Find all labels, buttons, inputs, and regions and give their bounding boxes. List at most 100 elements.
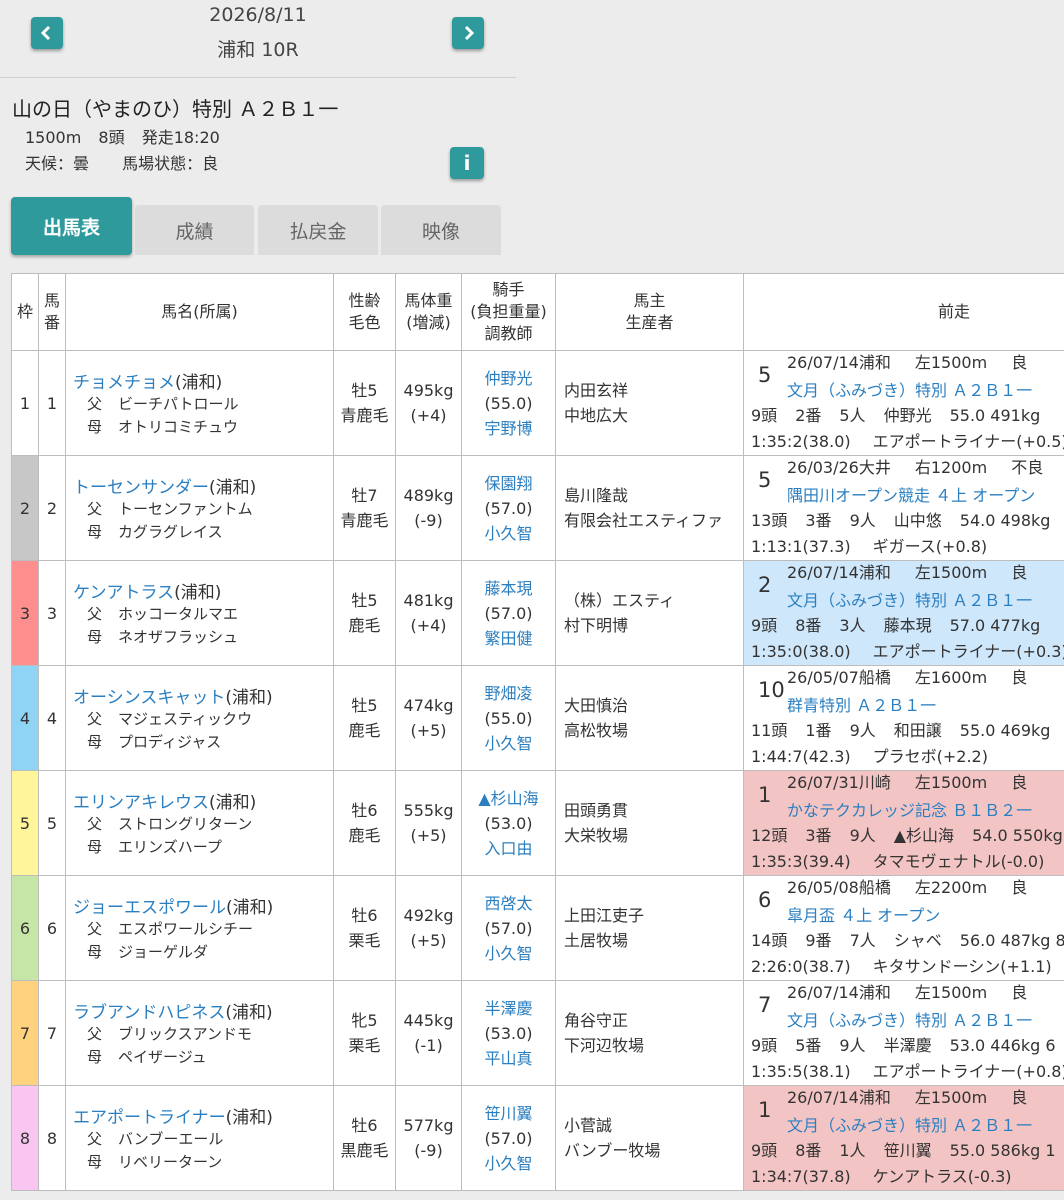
prev-race-link[interactable]: 文月（ふみづき）特別 Ａ２Ｂ１一 (787, 377, 1032, 401)
horse-name-link[interactable]: ジョーエスポワール (73, 898, 226, 918)
race-info: 1500m 8頭 発走18:20 (25, 124, 232, 148)
col-prev: 前走 (743, 273, 1064, 351)
table-row: 8 8 エアポートライナー(浦和) 父バンブーエール 母リベリーターン 牡6 黒鹿… (11, 1085, 1064, 1191)
horse-name-link[interactable]: ケンアトラス (73, 583, 174, 603)
load-weight: (57.0) (484, 603, 533, 623)
tab-results[interactable]: 成績 (135, 205, 254, 255)
table-row: 1 1 チョメチョメ(浦和) 父ビーチパトロール 母オトリコミチュウ 牡5 青鹿毛… (11, 350, 1064, 456)
tab-video[interactable]: 映像 (381, 205, 501, 255)
sire: 父ビーチパトロール (87, 394, 239, 413)
prev-race-link[interactable]: 文月（ふみづき）特別 Ａ２Ｂ１一 (787, 1112, 1032, 1136)
trainer-link[interactable]: 宇野博 (462, 416, 555, 441)
prev-race-time: 1:35:0(38.0) エアポートライナー(+0.3) (751, 642, 1064, 661)
prev-rank: 7 (758, 993, 772, 1017)
trainer-link[interactable]: 小久智 (462, 731, 555, 756)
entries-table: 枠 馬番 馬名(所属) 性齢 毛色 馬体重 (増減) 騎手 (負担重量) 調教師 馬主生… (11, 273, 1064, 1191)
horse-name-link[interactable]: エリンアキレウス (73, 793, 209, 813)
umaban-cell: 6 (38, 875, 66, 981)
info-button[interactable]: i (450, 147, 484, 179)
horse-affiliation: (浦和) (225, 1002, 273, 1023)
load-weight: (57.0) (484, 498, 533, 518)
waku-cell: 7 (11, 980, 39, 1086)
horse-affiliation: (浦和) (209, 792, 257, 813)
prev-race-cell: 1 26/07/31川崎 左1500m 良 かなテクカレッジ記念 Ｂ１Ｂ２一 12頭… (743, 770, 1064, 876)
horse-name-link[interactable]: トーセンサンダー (73, 478, 209, 498)
prev-race-time: 2:26:0(38.7) キタサンドーシン(+1.1) (751, 957, 1052, 976)
tab-entries[interactable]: 出馬表 (11, 197, 132, 255)
jockey-link[interactable]: 半澤慶 (462, 996, 555, 1021)
prev-race-link[interactable]: 文月（ふみづき）特別 Ａ２Ｂ１一 (787, 587, 1032, 611)
waku-cell: 6 (11, 875, 39, 981)
race-conditions: 天候：曇 馬場状態：良 (25, 150, 230, 174)
prev-race-link[interactable]: 隅田川オープン競走 ４上 オープン (787, 482, 1035, 506)
jockey-link[interactable]: 藤本現 (462, 576, 555, 601)
jockey-link[interactable]: 西啓太 (462, 891, 555, 916)
jockey-cell: 仲野光 (55.0) 宇野博 (461, 350, 556, 456)
jockey-link[interactable]: 笹川翼 (462, 1101, 555, 1126)
jockey-cell: 西啓太 (57.0) 小久智 (461, 875, 556, 981)
load-weight: (57.0) (484, 918, 533, 938)
horse-name-link[interactable]: チョメチョメ (73, 373, 175, 393)
sexage-cell: 牡5 青鹿毛 (333, 350, 396, 456)
trainer-link[interactable]: 繁田健 (462, 626, 555, 651)
prev-rank: 10 (758, 678, 785, 702)
prev-race-time: 1:35:3(39.4) タマモヴェナトル(-0.0) (751, 852, 1045, 871)
sexage-cell: 牡5 鹿毛 (333, 560, 396, 666)
umaban-cell: 4 (38, 665, 66, 771)
prev-race-link[interactable]: 皐月盃 ４上 オープン (787, 902, 940, 926)
horse-cell: チョメチョメ(浦和) 父ビーチパトロール 母オトリコミチュウ (65, 350, 334, 456)
col-jockey: 騎手 (負担重量) 調教師 (461, 273, 556, 351)
jockey-cell: 保園翔 (57.0) 小久智 (461, 455, 556, 561)
sire: 父マジェスティックウ (87, 709, 253, 728)
horse-affiliation: (浦和) (209, 477, 257, 498)
umaban-cell: 2 (38, 455, 66, 561)
prev-race-detail: 11頭 1番 9人 和田譲 55.0 469kg (751, 721, 1051, 740)
prev-race-meta: 26/07/14浦和 左1500m 良 (787, 1088, 1028, 1107)
waku-cell: 5 (11, 770, 39, 876)
race-weather: 天候：曇 (25, 154, 90, 173)
prev-race-time: 1:35:2(38.0) エアポートライナー(+0.5) (751, 432, 1064, 451)
tab-payouts[interactable]: 払戻金 (258, 205, 378, 255)
race-start: 発走18:20 (141, 128, 220, 147)
horse-cell: トーセンサンダー(浦和) 父トーセンファントム 母カグラグレイス (65, 455, 334, 561)
race-runners: 8頭 (98, 128, 125, 147)
race-number: 浦和 10R (217, 39, 299, 61)
sire: 父トーセンファントム (87, 499, 253, 518)
prev-race-link[interactable]: 群青特別 Ａ２Ｂ１一 (787, 692, 936, 716)
horse-affiliation: (浦和) (225, 1107, 273, 1128)
prev-race-time: 1:34:7(37.8) ケンアトラス(-0.3) (751, 1167, 1012, 1186)
horse-cell: エアポートライナー(浦和) 父バンブーエール 母リベリーターン (65, 1085, 334, 1191)
trainer-link[interactable]: 平山真 (462, 1046, 555, 1071)
table-row: 5 5 エリンアキレウス(浦和) 父ストロングリターン 母エリンズハープ 牡6 鹿… (11, 770, 1064, 876)
horse-name-link[interactable]: ラブアンドハピネス (73, 1003, 225, 1023)
sexage-cell: 牡6 栗毛 (333, 875, 396, 981)
weight-cell: 489kg (-9) (395, 455, 462, 561)
prev-race-detail: 9頭 2番 5人 仲野光 55.0 491kg (751, 406, 1041, 425)
jockey-link[interactable]: 仲野光 (462, 366, 555, 391)
prev-rank: 6 (758, 888, 772, 912)
next-race-button[interactable] (452, 17, 484, 49)
trainer-link[interactable]: 小久智 (462, 941, 555, 966)
trainer-link[interactable]: 入口由 (462, 836, 555, 861)
horse-name-link[interactable]: オーシンスキャット (73, 688, 225, 708)
col-waku: 枠 (11, 273, 39, 351)
weight-cell: 555kg (+5) (395, 770, 462, 876)
prev-race-time: 1:13:1(37.3) ギガース(+0.8) (751, 537, 988, 556)
owner-cell: 田頭勇貫 大栄牧場 (555, 770, 744, 876)
prev-race-link[interactable]: 文月（ふみづき）特別 Ａ２Ｂ１一 (787, 1007, 1032, 1031)
sexage-cell: 牡6 黒鹿毛 (333, 1085, 396, 1191)
horse-affiliation: (浦和) (174, 582, 222, 603)
trainer-link[interactable]: 小久智 (462, 521, 555, 546)
prev-rank: 5 (758, 468, 772, 492)
prev-race-link[interactable]: かなテクカレッジ記念 Ｂ１Ｂ２一 (787, 797, 1032, 821)
horse-name-link[interactable]: エアポートライナー (73, 1108, 226, 1128)
sexage-cell: 牝5 栗毛 (333, 980, 396, 1086)
jockey-cell: 野畑凌 (55.0) 小久智 (461, 665, 556, 771)
trainer-link[interactable]: 小久智 (462, 1151, 555, 1176)
horse-cell: オーシンスキャット(浦和) 父マジェスティックウ 母プロディジャス (65, 665, 334, 771)
horse-affiliation: (浦和) (225, 687, 273, 708)
jockey-link[interactable]: 保園翔 (462, 471, 555, 496)
prev-race-time: 1:35:5(38.1) エアポートライナー(+0.8) (751, 1062, 1064, 1081)
jockey-link[interactable]: ▲杉山海 (462, 786, 555, 811)
jockey-link[interactable]: 野畑凌 (462, 681, 555, 706)
